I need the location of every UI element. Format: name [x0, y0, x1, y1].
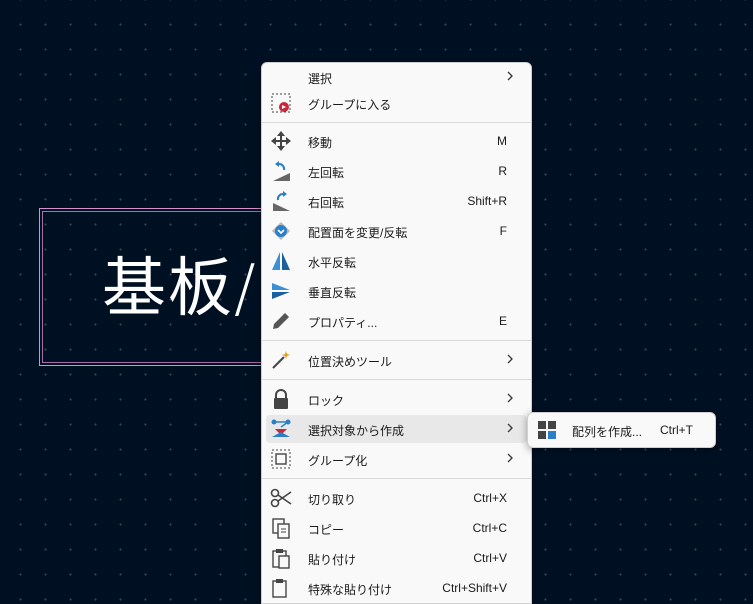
submenu-item-label: 配列を作成... — [572, 425, 643, 439]
menu-separator — [262, 340, 531, 341]
menu-item-copy[interactable]: コピー Ctrl+C — [266, 514, 527, 542]
menu-item-label: 切り取り — [308, 493, 357, 507]
flip-board-icon — [272, 222, 290, 240]
menu-item-rotate-left[interactable]: 左回転 R — [266, 157, 527, 185]
menu-item-label: 垂直反転 — [308, 286, 357, 300]
menu-item-label: 選択 — [308, 72, 333, 86]
context-menu: 選択 グループに入る 移動 M 左回転 R 右回転 Shift+R 配置面を変更… — [261, 62, 532, 604]
chevron-right-icon — [507, 453, 513, 463]
menu-item-label: 貼り付け — [308, 553, 357, 567]
copy-icon — [272, 518, 290, 539]
board-text: 基板/ — [102, 252, 258, 326]
menu-separator — [262, 379, 531, 380]
menu-item-properties[interactable]: プロパティ... E — [266, 307, 527, 335]
enter-group-icon — [271, 93, 291, 113]
menu-item-positioning-tools[interactable]: 位置決めツール — [266, 346, 527, 374]
menu-item-label: 配置面を変更/反転 — [308, 226, 408, 240]
positioning-tools-icon — [272, 351, 290, 369]
menu-item-label: グループ化 — [308, 454, 368, 468]
submenu-create-from-selection: 配列を作成... Ctrl+T — [527, 412, 716, 448]
menu-item-shortcut: Ctrl+X — [473, 491, 507, 505]
menu-item-mirror-vertical[interactable]: 垂直反転 — [266, 277, 527, 305]
chevron-right-icon — [507, 71, 513, 81]
menu-item-shortcut: R — [498, 164, 507, 178]
menu-item-shortcut: Ctrl+V — [473, 551, 507, 565]
create-from-selection-icon — [271, 419, 291, 437]
menu-item-mirror-horizontal[interactable]: 水平反転 — [266, 247, 527, 275]
menu-item-select[interactable]: 選択 — [266, 63, 527, 91]
menu-item-create-from-selection[interactable]: 選択対象から作成 — [266, 415, 527, 443]
properties-icon — [273, 313, 289, 329]
mirror-vertical-icon — [272, 283, 290, 299]
menu-item-lock[interactable]: ロック — [266, 385, 527, 413]
menu-item-shortcut: Ctrl+C — [472, 521, 507, 535]
mirror-horizontal-icon — [272, 252, 290, 270]
menu-item-label: プロパティ... — [308, 316, 378, 330]
rotate-left-icon — [273, 161, 290, 181]
menu-item-label: ロック — [308, 394, 345, 408]
menu-item-label: 移動 — [308, 136, 333, 150]
menu-item-shortcut: M — [497, 134, 507, 148]
move-icon — [271, 131, 291, 151]
paste-icon — [272, 549, 290, 569]
menu-item-group[interactable]: グループ化 — [266, 445, 527, 473]
lock-icon — [274, 389, 288, 409]
chevron-right-icon — [507, 423, 513, 433]
paste-special-icon — [272, 579, 287, 598]
menu-item-label: 選択対象から作成 — [308, 424, 405, 438]
menu-item-label: 左回転 — [308, 166, 345, 180]
menu-item-shortcut: Ctrl+Shift+V — [442, 581, 507, 595]
menu-item-cut[interactable]: 切り取り Ctrl+X — [266, 484, 527, 512]
menu-item-label: 位置決めツール — [308, 355, 393, 369]
menu-item-shortcut: Shift+R — [467, 194, 507, 208]
menu-item-paste-special[interactable]: 特殊な貼り付け Ctrl+Shift+V — [266, 574, 527, 602]
submenu-item-create-array[interactable]: 配列を作成... Ctrl+T — [532, 416, 711, 444]
group-icon — [271, 449, 291, 469]
menu-item-label: グループに入る — [308, 98, 392, 112]
menu-item-label: コピー — [308, 523, 345, 537]
chevron-right-icon — [507, 393, 513, 403]
menu-separator — [262, 122, 531, 123]
menu-separator — [262, 478, 531, 479]
menu-item-flip-board[interactable]: 配置面を変更/反転 F — [266, 217, 527, 245]
menu-item-label: 右回転 — [308, 196, 345, 210]
menu-item-rotate-right[interactable]: 右回転 Shift+R — [266, 187, 527, 215]
submenu-item-shortcut: Ctrl+T — [660, 423, 693, 437]
menu-item-move[interactable]: 移動 M — [266, 127, 527, 155]
menu-item-shortcut: F — [499, 224, 507, 238]
menu-item-paste[interactable]: 貼り付け Ctrl+V — [266, 544, 527, 572]
menu-item-enter-group[interactable]: グループに入る — [266, 89, 527, 117]
cut-icon — [270, 488, 292, 508]
rotate-right-icon — [273, 191, 290, 211]
menu-item-label: 特殊な貼り付け — [308, 583, 393, 597]
chevron-right-icon — [507, 354, 513, 364]
array-icon — [538, 421, 556, 439]
board-outline: 基板/ — [39, 208, 281, 366]
menu-item-shortcut: E — [498, 314, 507, 328]
menu-item-label: 水平反転 — [308, 256, 357, 270]
